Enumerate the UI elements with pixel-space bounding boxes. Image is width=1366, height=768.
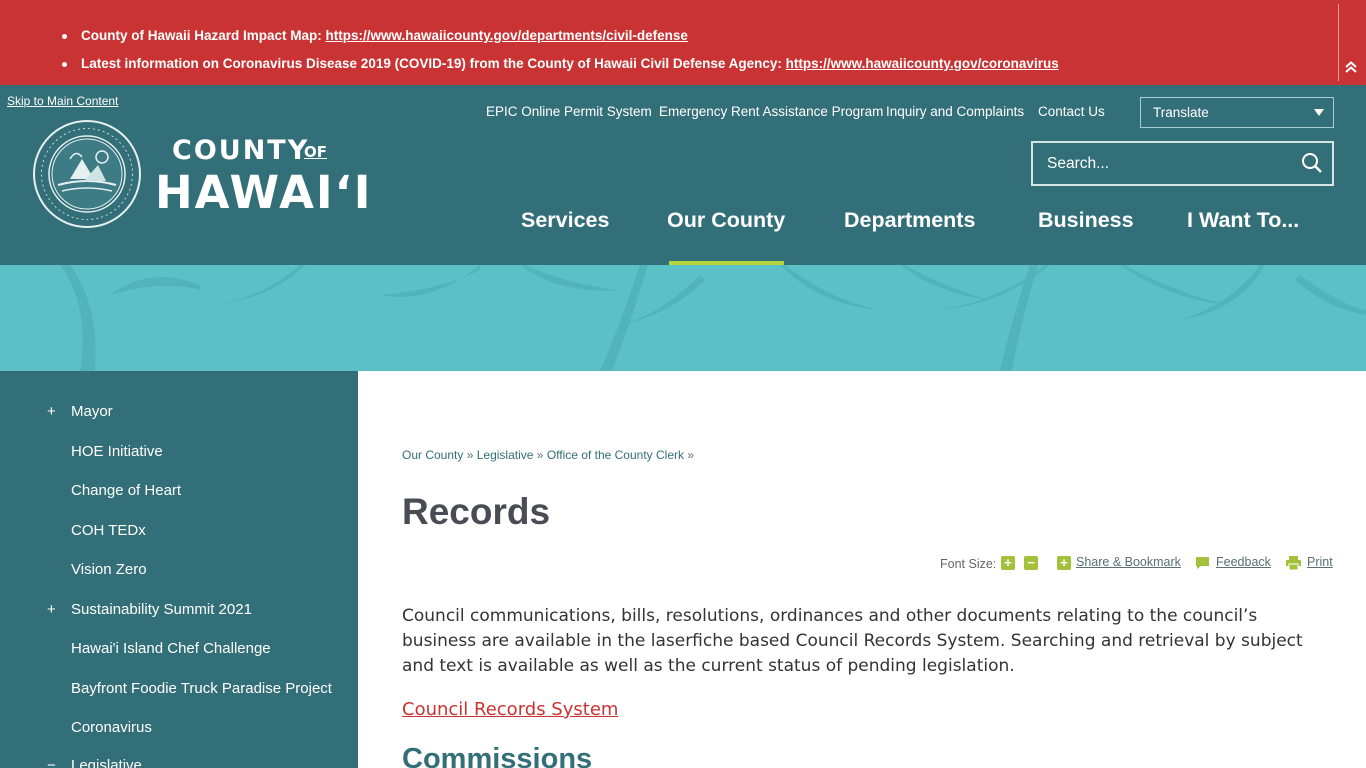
breadcrumb: Our County » Legislative » Office of the… [402,448,694,462]
sidebar-item-label: Bayfront Foodie Truck Paradise Project [71,680,332,697]
page-title: Records [402,491,551,532]
sidebar-nav: + Mayor HOE Initiative Change of Heart C… [0,371,358,768]
breadcrumb-county-clerk[interactable]: Office of the County Clerk [547,448,684,462]
breadcrumb-separator: » [687,448,695,462]
breadcrumb-our-county[interactable]: Our County [402,448,463,462]
share-bookmark-link[interactable]: Share & Bookmark [1076,555,1181,569]
alert-item-label: Latest information on Coronavirus Diseas… [81,56,782,71]
sidebar-item-vision-zero[interactable]: Vision Zero [0,557,358,587]
search-icon[interactable] [1301,152,1323,174]
alert-item-link[interactable]: https://www.hawaiicounty.gov/departments… [326,28,688,43]
logo-county-text: COUNTY [172,135,310,166]
caret-down-icon [1314,109,1324,116]
county-seal-logo[interactable] [32,119,142,229]
sidebar-item-label: Coronavirus [71,719,152,736]
sidebar-item-hoe-initiative[interactable]: HOE Initiative [0,439,358,469]
sidebar-item-label: Mayor [71,403,113,420]
sidebar-item-label: COH TEDx [71,522,146,539]
sidebar-item-chef-challenge[interactable]: Hawai'i Island Chef Challenge [0,636,358,666]
breadcrumb-separator: » [466,448,474,462]
alert-item: County of Hawaii Hazard Impact Map: http… [62,22,1059,50]
alert-item-link[interactable]: https://www.hawaiicounty.gov/coronavirus [786,56,1059,71]
logo-hawaii-text: HAWAIʻI [155,166,373,219]
feedback-bubble-icon [1195,556,1210,570]
nav-i-want-to[interactable]: I Want To... [1187,208,1299,233]
printer-icon [1286,556,1301,571]
page-tools: Font Size: + − + Share & Bookmark Feedba… [358,555,1366,575]
site-header: Skip to Main Content COUNTY OF HAWAIʻI E… [0,85,1366,265]
expand-plus-icon[interactable]: + [47,601,56,618]
translate-dropdown[interactable]: Translate [1140,97,1334,128]
commissions-heading: Commissions [402,743,593,768]
font-size-label: Font Size: [940,557,997,571]
nav-services[interactable]: Services [521,208,609,233]
council-records-system-link[interactable]: Council Records System [402,699,618,720]
logo-of-text: OF [304,143,327,161]
alert-bar: County of Hawaii Hazard Impact Map: http… [0,0,1366,85]
sidebar-item-coh-tedx[interactable]: COH TEDx [0,518,358,548]
sidebar-item-label: Vision Zero [71,561,147,578]
collapse-minus-icon[interactable]: − [47,757,56,768]
breadcrumb-legislative[interactable]: Legislative [477,448,534,462]
search-box [1031,141,1334,186]
sidebar-item-label: HOE Initiative [71,443,163,460]
share-plus-icon: + [1057,556,1071,570]
alert-item-label: County of Hawaii Hazard Impact Map: [81,28,322,43]
nav-departments[interactable]: Departments [844,208,975,233]
expand-plus-icon[interactable]: + [47,403,56,420]
records-description: Council communications, bills, resolutio… [402,606,1303,676]
palm-banner [0,265,1366,371]
sidebar-item-legislative[interactable]: − Legislative [0,753,358,768]
sidebar-item-label: Legislative [71,757,142,768]
utility-link-inquiry[interactable]: Inquiry and Complaints [886,104,1024,119]
sidebar-item-bayfront-foodie-truck[interactable]: Bayfront Foodie Truck Paradise Project [0,676,358,706]
print-link[interactable]: Print [1307,555,1333,569]
utility-link-contact[interactable]: Contact Us [1038,104,1105,119]
sidebar-item-label: Change of Heart [71,482,182,499]
chevron-double-up-icon[interactable] [1342,60,1360,78]
translate-label: Translate [1153,105,1209,120]
alert-divider [1338,4,1339,81]
sidebar-item-label: Hawai'i Island Chef Challenge [71,640,271,657]
sidebar-item-label: Sustainability Summit 2021 [71,601,252,618]
search-input[interactable] [1033,143,1293,184]
sidebar-item-change-of-heart[interactable]: Change of Heart [0,478,358,508]
font-decrease-icon[interactable]: − [1024,556,1038,570]
main-content: Our County » Legislative » Office of the… [358,371,1366,768]
sidebar-item-coronavirus[interactable]: Coronavirus [0,715,358,745]
font-increase-icon[interactable]: + [1001,556,1015,570]
nav-our-county[interactable]: Our County [667,208,785,233]
feedback-link[interactable]: Feedback [1216,555,1271,569]
sidebar-item-sustainability-summit[interactable]: + Sustainability Summit 2021 [0,597,358,627]
utility-link-epic[interactable]: EPIC Online Permit System [486,104,652,119]
nav-business[interactable]: Business [1038,208,1134,233]
alert-list: County of Hawaii Hazard Impact Map: http… [62,22,1059,78]
alert-item: Latest information on Coronavirus Diseas… [62,50,1059,78]
sidebar-item-mayor[interactable]: + Mayor [0,399,358,429]
utility-link-rent-assistance[interactable]: Emergency Rent Assistance Program [659,104,883,119]
breadcrumb-separator: » [536,448,544,462]
